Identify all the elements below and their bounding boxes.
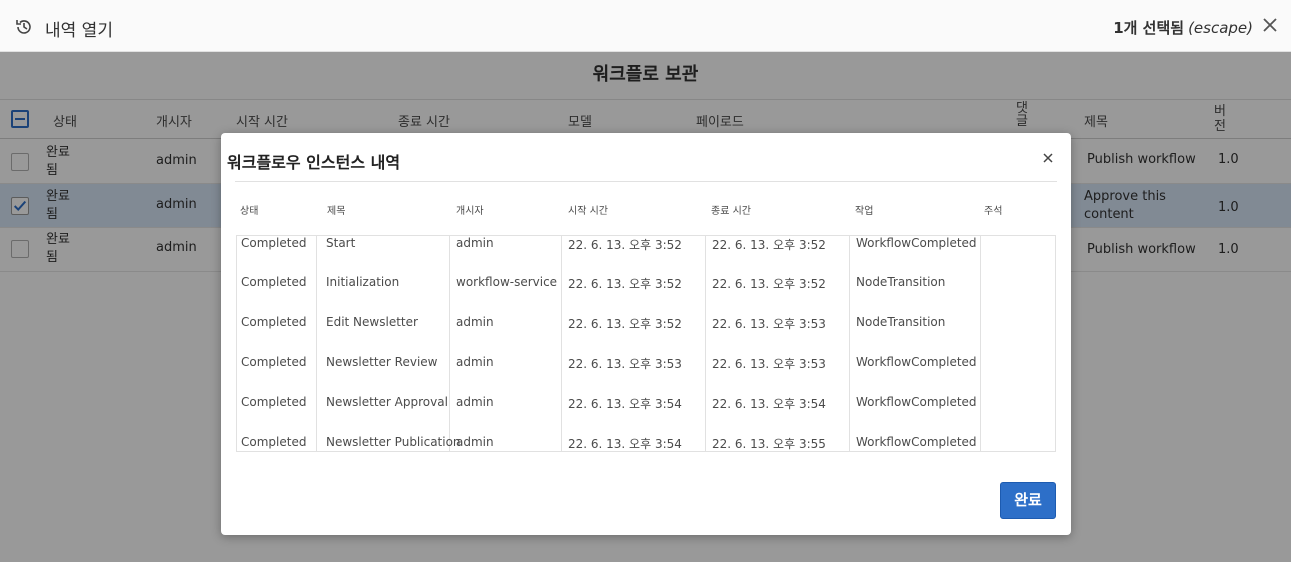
cell-initiator: admin <box>456 435 494 449</box>
cell-end-time: 22. 6. 13. 오후 3:53 <box>712 317 826 331</box>
cell-title: Edit Newsletter <box>326 315 418 329</box>
done-button[interactable]: 완료 <box>1000 482 1056 519</box>
action-bar-title: 내역 열기 <box>45 21 113 41</box>
cell-end-time: 22. 6. 13. 오후 3:53 <box>712 357 826 371</box>
hcol-comment[interactable]: 주석 <box>984 202 1002 217</box>
column-divider <box>561 236 562 451</box>
cell-start-time: 22. 6. 13. 오후 3:54 <box>568 397 682 411</box>
column-divider <box>980 236 981 451</box>
action-bar: 내역 열기 1개 선택됨 (escape) <box>0 0 1291 52</box>
hcol-title[interactable]: 제목 <box>327 202 345 217</box>
cell-status: Completed <box>241 236 307 250</box>
cell-status: Completed <box>241 275 307 289</box>
dialog-title: 워크플로우 인스턴스 내역 <box>227 153 401 172</box>
cell-title: Newsletter Review <box>326 355 438 369</box>
column-divider <box>316 236 317 451</box>
close-icon[interactable] <box>1042 152 1054 164</box>
cell-action: WorkflowCompleted <box>856 395 977 409</box>
cell-start-time: 22. 6. 13. 오후 3:52 <box>568 238 682 252</box>
cell-initiator: admin <box>456 315 494 329</box>
cell-end-time: 22. 6. 13. 오후 3:52 <box>712 277 826 291</box>
column-divider <box>449 236 450 451</box>
selection-count: 1개 선택됨 (escape) <box>1113 17 1253 38</box>
hcol-start-time[interactable]: 시작 시간 <box>568 202 608 217</box>
dialog-divider <box>235 181 1057 182</box>
cell-end-time: 22. 6. 13. 오후 3:54 <box>712 397 826 411</box>
cell-action: WorkflowCompleted <box>856 435 977 449</box>
cell-initiator: workflow-service <box>456 275 558 289</box>
cell-status: Completed <box>241 315 307 329</box>
workflow-history-dialog: 워크플로우 인스턴스 내역 상태 제목 개시자 시작 시간 종료 시간 작업 주… <box>221 133 1071 535</box>
cell-status: Completed <box>241 395 307 409</box>
cell-start-time: 22. 6. 13. 오후 3:53 <box>568 357 682 371</box>
cell-initiator: admin <box>456 355 494 369</box>
cell-start-time: 22. 6. 13. 오후 3:54 <box>568 437 682 451</box>
column-divider <box>705 236 706 451</box>
hcol-action[interactable]: 작업 <box>855 202 873 217</box>
cell-status: Completed <box>241 355 307 369</box>
cell-action: NodeTransition <box>856 275 946 289</box>
cell-end-time: 22. 6. 13. 오후 3:55 <box>712 437 826 451</box>
cell-initiator: admin <box>456 395 494 409</box>
close-selection-icon[interactable] <box>1261 16 1279 34</box>
column-divider <box>849 236 850 451</box>
hcol-initiator[interactable]: 개시자 <box>456 202 484 217</box>
cell-title: Start <box>326 236 356 250</box>
cell-title: Initialization <box>326 275 400 289</box>
selection-count-text: 1개 선택됨 <box>1113 19 1185 37</box>
hcol-status[interactable]: 상태 <box>240 202 258 217</box>
cell-title: Newsletter Approval <box>326 395 448 409</box>
cell-start-time: 22. 6. 13. 오후 3:52 <box>568 277 682 291</box>
history-table[interactable]: Completed Start admin 22. 6. 13. 오후 3:52… <box>236 235 1056 452</box>
cell-initiator: admin <box>456 236 494 250</box>
hcol-end-time[interactable]: 종료 시간 <box>711 202 751 217</box>
cell-title: Newsletter Publication <box>326 435 461 449</box>
cell-action: NodeTransition <box>856 315 946 329</box>
cell-action: WorkflowCompleted <box>856 355 977 369</box>
cell-status: Completed <box>241 435 307 449</box>
escape-hint: (escape) <box>1188 19 1253 37</box>
cell-start-time: 22. 6. 13. 오후 3:52 <box>568 317 682 331</box>
history-icon <box>16 20 31 34</box>
cell-action: WorkflowCompleted <box>856 236 977 250</box>
cell-end-time: 22. 6. 13. 오후 3:52 <box>712 238 826 252</box>
